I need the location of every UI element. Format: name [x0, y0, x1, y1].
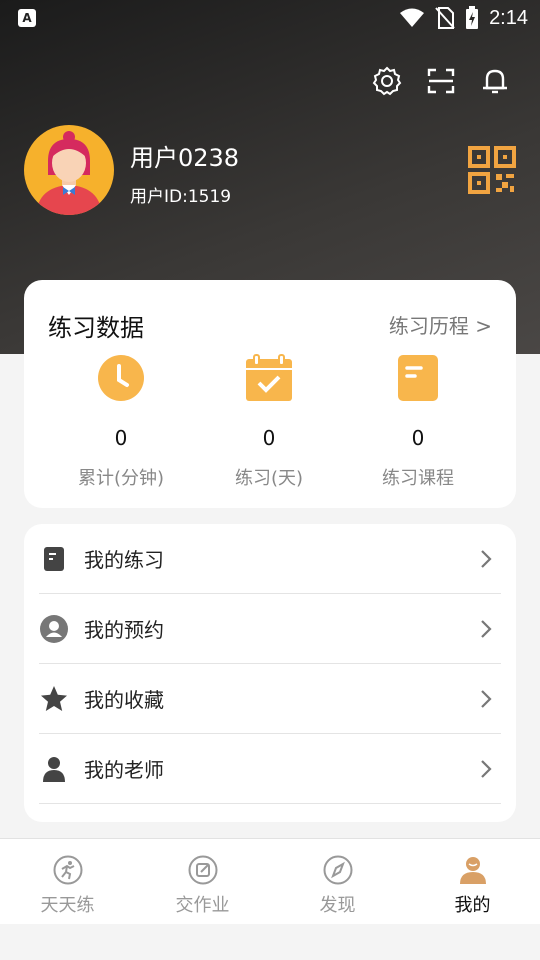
star-icon: [41, 685, 67, 711]
username: 用户0238: [130, 144, 240, 172]
status-bar: A 2:14: [0, 0, 540, 36]
scan-icon[interactable]: [426, 66, 456, 96]
profile-icon: [459, 857, 486, 884]
tab-mine[interactable]: 我的: [405, 839, 540, 925]
stat-value: 0: [411, 426, 425, 450]
battery-charging-icon: [466, 6, 479, 29]
stat-courses: 0 练习课程: [343, 354, 493, 490]
stats-title: 练习数据: [48, 314, 144, 342]
appointment-user-icon: [40, 614, 68, 643]
stat-label: 累计(分钟): [77, 468, 165, 489]
menu-label: 我的老师: [84, 758, 164, 782]
qr-code-icon[interactable]: [468, 146, 516, 194]
tab-label: 交作业: [175, 895, 230, 916]
document-icon: [398, 355, 438, 401]
tab-submit-homework[interactable]: 交作业: [135, 839, 270, 925]
tab-label: 天天练: [40, 895, 95, 916]
tab-discover[interactable]: 发现: [270, 839, 405, 925]
stat-label: 练习课程: [382, 468, 454, 489]
chevron-right-icon: [481, 690, 492, 708]
person-icon: [43, 756, 65, 782]
no-sim-icon: [435, 7, 455, 29]
practice-stats-card: 练习数据 练习历程 > 0 累计(分钟) 0 练习(天) 0 练习课程: [24, 280, 516, 508]
chevron-right-icon: [481, 550, 492, 568]
stat-value: 0: [262, 426, 276, 450]
menu-card: 我的练习 我的预约 我的收藏 我的老师: [24, 524, 516, 822]
menu-label: 我的预约: [84, 618, 164, 642]
edit-icon: [188, 855, 217, 885]
clock-icon: [98, 355, 144, 401]
stat-value: 0: [114, 426, 128, 450]
runner-icon: [53, 855, 82, 885]
menu-item-my-favorites[interactable]: 我的收藏: [39, 664, 501, 734]
bottom-tab-bar: 天天练 交作业 发现 我的: [0, 838, 540, 924]
status-time: 2:14: [489, 6, 528, 29]
tab-label: 发现: [319, 895, 356, 916]
avatar[interactable]: [24, 125, 114, 215]
user-id: 用户ID:1519: [130, 187, 232, 207]
stat-label: 练习(天): [234, 468, 304, 489]
practice-book-icon: [44, 546, 64, 571]
gear-icon[interactable]: [372, 66, 402, 96]
chevron-right-icon: [481, 760, 492, 778]
menu-label: 我的收藏: [84, 688, 164, 712]
tab-daily-practice[interactable]: 天天练: [0, 839, 135, 925]
practice-history-link[interactable]: 练习历程 >: [389, 310, 492, 339]
menu-item-my-teachers[interactable]: 我的老师: [39, 734, 501, 804]
notification-a-icon: A: [18, 9, 36, 27]
bell-icon[interactable]: [480, 66, 510, 96]
stat-minutes: 0 累计(分钟): [46, 354, 196, 490]
tab-label: 我的: [454, 895, 491, 916]
menu-label: 我的练习: [84, 548, 164, 572]
wifi-icon: [400, 8, 425, 27]
menu-item-my-practice[interactable]: 我的练习: [39, 524, 501, 594]
chevron-right-icon: [481, 620, 492, 638]
calendar-check-icon: [246, 354, 292, 401]
menu-item-my-appointments[interactable]: 我的预约: [39, 594, 501, 664]
compass-icon: [323, 855, 352, 885]
stat-days: 0 练习(天): [194, 354, 344, 490]
